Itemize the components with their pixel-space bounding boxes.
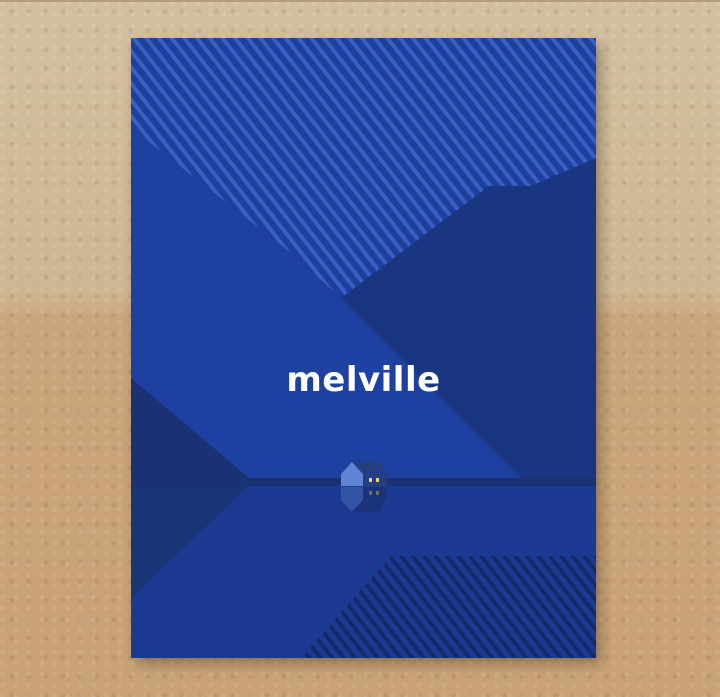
wall-seam: [0, 0, 720, 2]
brand-logo: melville: [286, 360, 441, 400]
house-icon: [341, 462, 387, 512]
poster-illustration: [131, 38, 596, 658]
melville-poster: melville: [131, 38, 596, 658]
